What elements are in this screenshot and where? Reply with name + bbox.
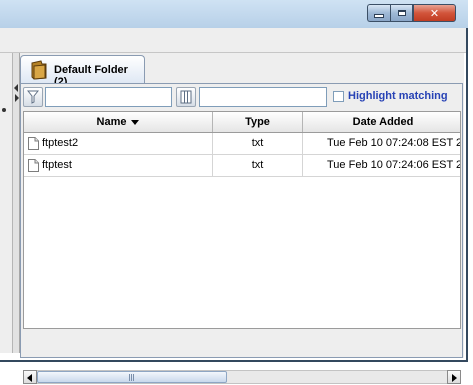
scroll-track[interactable] bbox=[37, 370, 447, 384]
window-controls: ✕ bbox=[367, 4, 456, 22]
text-file-icon bbox=[28, 137, 39, 150]
filter-bar: Highlight matching bbox=[23, 86, 461, 110]
column-header-label: Type bbox=[245, 116, 270, 128]
table-row[interactable]: ftptest txt Tue Feb 10 07:24:06 EST 2 bbox=[24, 155, 460, 177]
highlight-matching-checkbox[interactable] bbox=[333, 90, 344, 102]
funnel-icon bbox=[27, 90, 39, 104]
column-header-name[interactable]: Name bbox=[24, 112, 213, 132]
grip-icon bbox=[129, 374, 135, 381]
column-header-label: Date Added bbox=[352, 116, 414, 128]
split-pane-divider[interactable] bbox=[13, 53, 20, 353]
close-icon: ✕ bbox=[429, 6, 440, 20]
scroll-left-button[interactable] bbox=[23, 370, 37, 384]
date-added-cell: Tue Feb 10 07:24:06 EST 2 bbox=[327, 159, 461, 171]
window-frame: Default Folder (2) Highlight matching Na… bbox=[0, 28, 468, 384]
name-cell: ftptest bbox=[24, 155, 213, 176]
sort-descending-icon bbox=[131, 119, 140, 125]
scroll-right-arrow-icon bbox=[452, 374, 457, 382]
table-row[interactable]: ftptest2 txt Tue Feb 10 07:24:08 EST 2 bbox=[24, 133, 460, 155]
file-name: ftptest bbox=[42, 159, 72, 171]
table-header: Name Type Date Added bbox=[24, 112, 460, 133]
date-added-cell: Tue Feb 10 07:24:08 EST 2 bbox=[327, 137, 461, 149]
tab-content: Highlight matching Name Type Date Added bbox=[20, 83, 463, 384]
filter-button[interactable] bbox=[23, 87, 43, 107]
top-strip bbox=[0, 28, 466, 53]
minimize-button[interactable] bbox=[367, 4, 390, 22]
column-header-label: Name bbox=[96, 116, 127, 128]
column-filter-input[interactable] bbox=[199, 87, 327, 107]
file-name: ftptest2 bbox=[42, 137, 79, 149]
maximize-button[interactable] bbox=[390, 4, 413, 22]
file-table: Name Type Date Added ftptest2 txt Tue Fe… bbox=[23, 111, 461, 329]
folder-icon bbox=[30, 60, 48, 85]
name-cell: ftptest2 bbox=[24, 133, 213, 154]
column-selector-button[interactable] bbox=[176, 87, 196, 107]
folder-pane: Default Folder (2) Highlight matching Na… bbox=[20, 53, 464, 384]
expand-right-arrow-icon[interactable] bbox=[15, 94, 19, 102]
highlight-matching-label: Highlight matching bbox=[348, 90, 448, 102]
window-title-bar[interactable]: ✕ bbox=[0, 0, 468, 29]
text-file-icon bbox=[28, 159, 39, 172]
columns-icon bbox=[180, 90, 192, 104]
collapse-left-arrow-icon[interactable] bbox=[14, 84, 18, 92]
column-header-type[interactable]: Type bbox=[213, 112, 303, 132]
filter-input[interactable] bbox=[45, 87, 172, 107]
type-cell: txt bbox=[213, 133, 303, 154]
scroll-right-button[interactable] bbox=[447, 370, 461, 384]
horizontal-scrollbar[interactable] bbox=[23, 370, 461, 385]
maximize-icon bbox=[397, 10, 406, 16]
left-pane bbox=[0, 53, 13, 353]
tab-default-folder[interactable]: Default Folder (2) bbox=[20, 55, 145, 88]
column-header-date-added[interactable]: Date Added bbox=[303, 112, 460, 132]
type-cell: txt bbox=[213, 155, 303, 176]
scroll-thumb[interactable] bbox=[37, 371, 227, 383]
close-button[interactable]: ✕ bbox=[413, 4, 456, 22]
minimize-icon bbox=[375, 15, 383, 17]
left-pane-marker bbox=[2, 108, 6, 112]
highlight-matching-option[interactable]: Highlight matching bbox=[333, 90, 448, 102]
scroll-left-arrow-icon bbox=[27, 374, 32, 382]
